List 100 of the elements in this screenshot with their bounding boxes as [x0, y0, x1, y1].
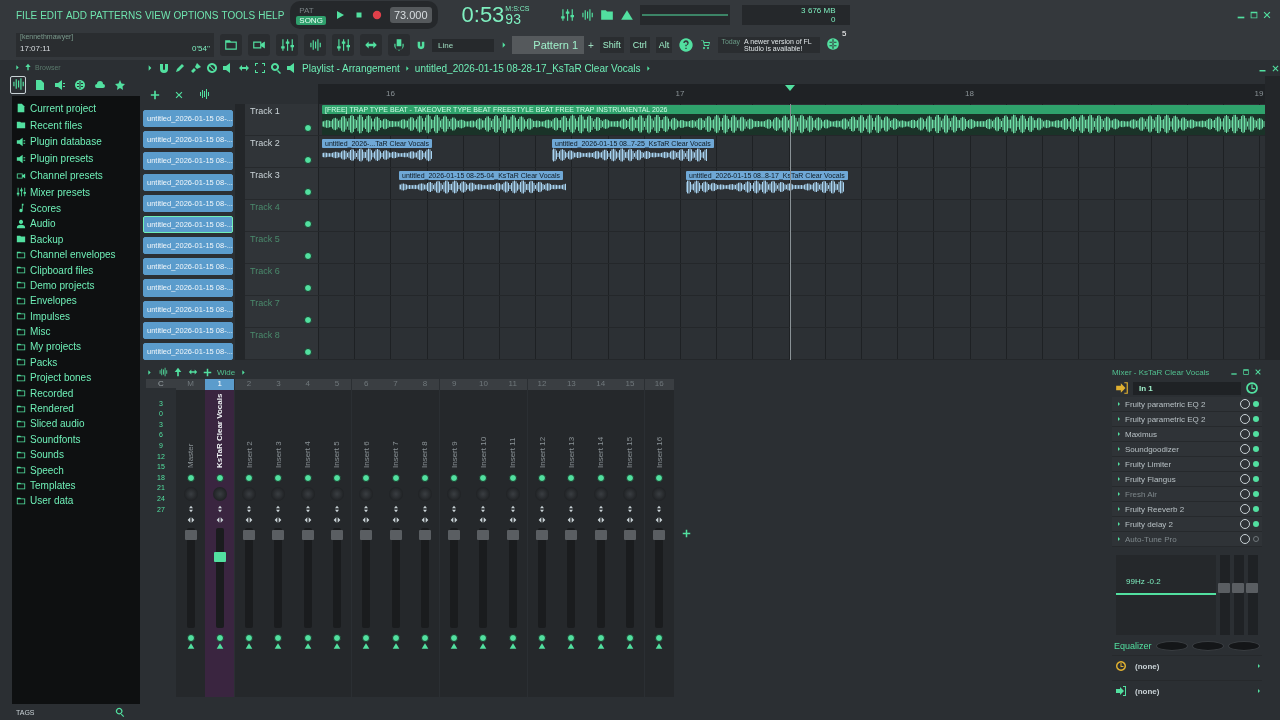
- menu-item[interactable]: OPTIONS: [173, 9, 219, 21]
- browser-item[interactable]: Envelopes: [30, 295, 77, 307]
- slip-icon[interactable]: [238, 62, 250, 74]
- add-pattern-button[interactable]: +: [588, 39, 594, 51]
- up-arrow-icon[interactable]: [625, 642, 634, 650]
- enable-button[interactable]: [303, 474, 312, 482]
- browser-item[interactable]: Channel envelopes: [30, 249, 116, 261]
- caret-icon[interactable]: [1256, 663, 1262, 669]
- up-arrow-icon[interactable]: [173, 367, 183, 377]
- caret-icon[interactable]: [1116, 536, 1122, 542]
- mixer-track[interactable]: 1 KsTaR Clear Vocals: [205, 379, 235, 697]
- slot-toggle[interactable]: [1253, 401, 1259, 407]
- up-arrow-icon[interactable]: [391, 642, 400, 650]
- caret-icon[interactable]: [1116, 476, 1122, 482]
- caret-icon[interactable]: [1256, 688, 1262, 694]
- maximize-icon[interactable]: [1249, 10, 1259, 20]
- route-selector[interactable]: (none): [1135, 686, 1248, 696]
- route-button[interactable]: [362, 634, 371, 642]
- enable-button[interactable]: [655, 474, 664, 482]
- eq-fader[interactable]: [1220, 555, 1230, 635]
- select-icon[interactable]: [254, 62, 266, 74]
- enable-button[interactable]: [420, 474, 429, 482]
- enable-button[interactable]: [508, 474, 517, 482]
- enable-button[interactable]: [304, 188, 312, 196]
- mixer-layout-label[interactable]: Wide: [217, 367, 236, 377]
- route-button[interactable]: [625, 634, 634, 642]
- menu-item[interactable]: VIEW: [144, 9, 171, 21]
- folder-icon[interactable]: [16, 434, 26, 445]
- browser-item[interactable]: Sliced audio: [30, 418, 85, 430]
- caret-icon[interactable]: [1116, 416, 1122, 422]
- up-arrow-icon[interactable]: [508, 642, 517, 650]
- help-icon[interactable]: [678, 37, 695, 53]
- folder-icon[interactable]: [16, 357, 26, 368]
- browser-item[interactable]: Recent files: [30, 119, 83, 131]
- effect-slot[interactable]: Soundgoodizer: [1112, 442, 1262, 457]
- folder-icon[interactable]: [16, 311, 26, 322]
- slot-toggle[interactable]: [1253, 521, 1259, 527]
- microphone-icon[interactable]: [392, 38, 406, 52]
- enable-button[interactable]: [304, 156, 312, 164]
- eq-fader[interactable]: [1248, 555, 1258, 635]
- enable-button[interactable]: [304, 348, 312, 356]
- browser-item[interactable]: Recorded: [30, 387, 74, 399]
- no-entry-icon[interactable]: [206, 62, 218, 74]
- tempo-field[interactable]: 73.000: [389, 7, 432, 23]
- route-button[interactable]: [655, 634, 664, 642]
- slot-toggle[interactable]: [1253, 446, 1259, 452]
- cart-icon[interactable]: [700, 39, 713, 51]
- sliders-icon[interactable]: [16, 187, 26, 198]
- file-icon[interactable]: [34, 79, 46, 91]
- up-arrow-icon[interactable]: [245, 642, 254, 650]
- mode-toggle[interactable]: PAT: [296, 5, 326, 15]
- up-arrow-icon[interactable]: [450, 642, 459, 650]
- folder-icon[interactable]: [16, 388, 26, 399]
- playhead-marker-icon[interactable]: [785, 85, 795, 91]
- up-arrow-icon[interactable]: [24, 63, 32, 71]
- caret-icon[interactable]: [500, 41, 508, 49]
- enable-button[interactable]: [186, 474, 195, 482]
- input-selector[interactable]: In 1: [1133, 381, 1241, 395]
- folder-icon[interactable]: [16, 326, 26, 337]
- caret-icon[interactable]: [1116, 431, 1122, 437]
- plus-icon[interactable]: [150, 90, 160, 100]
- menu-item[interactable]: HELP: [258, 9, 285, 21]
- enable-button[interactable]: [333, 474, 341, 482]
- input-icon[interactable]: [1115, 381, 1129, 395]
- browser-item[interactable]: Misc: [30, 326, 51, 338]
- up-arrow-icon[interactable]: [567, 642, 576, 650]
- browser-item[interactable]: Demo projects: [30, 279, 95, 291]
- browser-item[interactable]: Backup: [30, 233, 64, 245]
- enable-button[interactable]: [304, 220, 312, 228]
- menu-item[interactable]: PATTERNS: [90, 9, 142, 21]
- effect-slot[interactable]: Fruity Limiter: [1112, 457, 1262, 472]
- up-arrow-icon[interactable]: [274, 642, 283, 650]
- route-button[interactable]: [420, 634, 429, 642]
- plus-icon[interactable]: [203, 367, 212, 377]
- menu-item[interactable]: ADD: [65, 9, 88, 21]
- left-right-arrows-icon[interactable]: [450, 516, 459, 524]
- magnet-icon[interactable]: [158, 62, 170, 74]
- effect-slot[interactable]: Maximus: [1112, 427, 1262, 442]
- route-button[interactable]: [333, 634, 341, 642]
- slot-toggle[interactable]: [1253, 476, 1259, 482]
- user-icon[interactable]: [16, 218, 26, 229]
- route-button[interactable]: [303, 634, 312, 642]
- caret-icon[interactable]: [1116, 461, 1122, 467]
- search-icon[interactable]: [114, 707, 125, 717]
- route-button[interactable]: [274, 634, 283, 642]
- enable-button[interactable]: [245, 474, 254, 482]
- enable-button[interactable]: [450, 474, 459, 482]
- route-selector[interactable]: (none): [1135, 661, 1248, 671]
- mixer-track[interactable]: M Master: [176, 379, 205, 697]
- music-note-icon[interactable]: [16, 203, 26, 214]
- left-right-arrows-icon[interactable]: [333, 516, 341, 524]
- enable-button[interactable]: [304, 284, 312, 292]
- add-track-icon[interactable]: [682, 529, 692, 538]
- enable-button[interactable]: [479, 474, 488, 482]
- effect-slot[interactable]: Fruity Flangus: [1112, 472, 1262, 487]
- waveform-icon[interactable]: [198, 88, 210, 100]
- browser-item[interactable]: Packs: [30, 356, 58, 368]
- caret-icon[interactable]: [403, 64, 411, 72]
- slot-toggle[interactable]: [1253, 506, 1259, 512]
- magnet-icon[interactable]: [416, 40, 426, 50]
